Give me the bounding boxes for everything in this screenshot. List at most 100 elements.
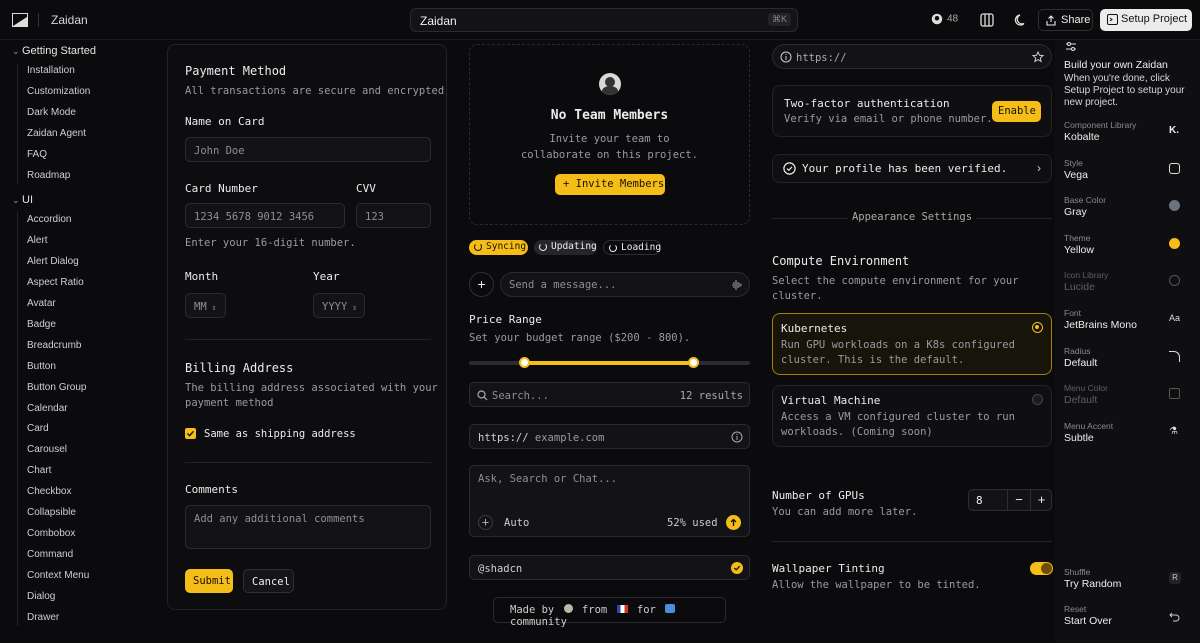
same-address-checkbox[interactable]: [185, 428, 196, 439]
customizer-value[interactable]: Yellow: [1064, 244, 1094, 256]
search-input[interactable]: Search... 12 results: [469, 382, 750, 407]
virtual-machine-option[interactable]: Virtual Machine Access a VM configured c…: [772, 385, 1052, 447]
card-number-input[interactable]: 1234 5678 9012 3456: [185, 203, 345, 228]
kubernetes-option[interactable]: Kubernetes Run GPU workloads on a K8s co…: [772, 313, 1052, 375]
customizer-value[interactable]: Lucide: [1064, 281, 1095, 293]
community-text[interactable]: community: [510, 616, 567, 628]
github-link[interactable]: 48: [931, 13, 958, 25]
menu-color-icon[interactable]: [1169, 388, 1180, 400]
brand-name[interactable]: Zaidan: [51, 13, 88, 27]
customizer-value[interactable]: Vega: [1064, 169, 1088, 181]
price-slider-min-thumb[interactable]: [519, 357, 531, 368]
sidebar-item[interactable]: Aspect Ratio: [27, 277, 84, 288]
info-icon[interactable]: [731, 431, 743, 443]
decrement-button[interactable]: −: [1007, 490, 1030, 510]
sidebar-item[interactable]: Badge: [27, 319, 56, 330]
radio-unselected[interactable]: [1032, 394, 1043, 405]
sidebar-group[interactable]: ⌄ UI: [12, 194, 33, 206]
wallpaper-toggle[interactable]: [1030, 562, 1053, 575]
increment-button[interactable]: +: [1030, 490, 1052, 510]
radio-selected[interactable]: [1032, 322, 1043, 333]
radius-icon[interactable]: [1169, 350, 1180, 362]
theme-color-swatch[interactable]: [1169, 237, 1180, 249]
sidebar-item[interactable]: Dark Mode: [27, 107, 76, 118]
url-input[interactable]: https:// example.com: [469, 424, 750, 449]
command-search[interactable]: Zaidan ⌘K: [410, 8, 798, 32]
chat-textarea[interactable]: Ask, Search or Chat... + Auto 52% used: [469, 465, 750, 537]
style-icon[interactable]: [1169, 162, 1180, 174]
sidebar-item[interactable]: Zaidan Agent: [27, 128, 86, 139]
sidebar-item[interactable]: Roadmap: [27, 170, 70, 181]
sidebar-item[interactable]: Carousel: [27, 444, 67, 455]
submit-button[interactable]: Submit: [185, 569, 233, 593]
sidebar-item[interactable]: Command: [27, 549, 73, 560]
add-button[interactable]: +: [478, 515, 493, 530]
name-input[interactable]: John Doe: [185, 137, 431, 162]
search-results-count: 12 results: [679, 390, 743, 402]
sidebar-item[interactable]: Calendar: [27, 403, 68, 414]
sidebar-item[interactable]: Card: [27, 423, 49, 434]
customizer-value[interactable]: Default: [1064, 394, 1097, 406]
sidebar-item[interactable]: Breadcrumb: [27, 340, 81, 351]
year-select[interactable]: YYYY ⇕: [313, 293, 365, 318]
font-icon[interactable]: Aa: [1169, 313, 1180, 324]
customizer-value[interactable]: Default: [1064, 357, 1097, 369]
author-avatar[interactable]: [563, 604, 573, 613]
enable-button[interactable]: Enable: [992, 101, 1041, 122]
check-circle-icon: [731, 562, 743, 574]
send-button[interactable]: [726, 515, 741, 530]
moon-icon[interactable]: [1013, 12, 1029, 28]
sidebar-item[interactable]: Avatar: [27, 298, 56, 309]
same-address-label[interactable]: Same as shipping address: [204, 428, 356, 440]
price-slider-max-thumb[interactable]: [687, 357, 699, 368]
menu-accent-icon[interactable]: ⚗: [1169, 426, 1180, 437]
month-select[interactable]: MM ⇕: [185, 293, 226, 318]
sidebar-item[interactable]: Context Menu: [27, 570, 89, 581]
sidebar-group[interactable]: ⌄ Getting Started: [12, 45, 96, 57]
icon-library-icon[interactable]: [1169, 275, 1180, 287]
syncing-badge: Syncing: [469, 240, 528, 255]
sidebar-item[interactable]: Alert: [27, 235, 48, 246]
start-over-button[interactable]: Start Over: [1064, 615, 1112, 627]
customizer-value[interactable]: Gray: [1064, 206, 1087, 218]
star-icon[interactable]: [1032, 51, 1044, 63]
verified-item[interactable]: Your profile has been verified. ›: [772, 154, 1052, 183]
base-color-swatch[interactable]: [1169, 200, 1180, 212]
address-input[interactable]: https://: [772, 44, 1052, 69]
check-icon: [733, 565, 741, 571]
sidebar-item[interactable]: Combobox: [27, 528, 75, 539]
sidebar-item[interactable]: Accordion: [27, 214, 71, 225]
sidebar-item[interactable]: Button: [27, 361, 56, 372]
message-input[interactable]: Send a message...: [500, 272, 750, 297]
comments-textarea[interactable]: Add any additional comments: [185, 505, 431, 549]
cancel-button[interactable]: Cancel: [243, 569, 294, 593]
sidebar-item[interactable]: Drawer: [27, 612, 59, 623]
try-random-button[interactable]: Try Random: [1064, 578, 1121, 590]
share-button[interactable]: Share: [1038, 9, 1093, 31]
customizer-value[interactable]: JetBrains Mono: [1064, 319, 1137, 331]
customizer-value[interactable]: Kobalte: [1064, 131, 1100, 143]
kobalte-icon[interactable]: K.: [1169, 125, 1180, 136]
username-input[interactable]: @shadcn: [469, 555, 750, 580]
sidebar-item[interactable]: Checkbox: [27, 486, 71, 497]
sidebar-item[interactable]: Button Group: [27, 382, 86, 393]
undo-icon[interactable]: [1169, 611, 1180, 622]
sidebar-item[interactable]: Customization: [27, 86, 90, 97]
setup-project-button[interactable]: Setup Project: [1100, 9, 1192, 31]
sidebar-item[interactable]: Dialog: [27, 591, 55, 602]
logo-icon[interactable]: [12, 13, 28, 27]
sidebar-item[interactable]: Alert Dialog: [27, 256, 79, 267]
add-attachment-button[interactable]: +: [469, 272, 494, 297]
sidebar-toggle-icon[interactable]: [979, 12, 995, 28]
sidebar-item[interactable]: Collapsible: [27, 507, 76, 518]
sidebar-item[interactable]: FAQ: [27, 149, 47, 160]
customizer-value[interactable]: Subtle: [1064, 432, 1094, 444]
chat-mode[interactable]: Auto: [504, 517, 529, 529]
audio-waveform-icon[interactable]: [731, 279, 743, 291]
sidebar-item[interactable]: Installation: [27, 65, 75, 76]
gpu-count[interactable]: 8: [976, 494, 983, 507]
invite-members-button[interactable]: + Invite Members: [555, 174, 665, 195]
cvv-input[interactable]: 123: [356, 203, 431, 228]
price-slider[interactable]: [469, 357, 750, 368]
sidebar-item[interactable]: Chart: [27, 465, 51, 476]
